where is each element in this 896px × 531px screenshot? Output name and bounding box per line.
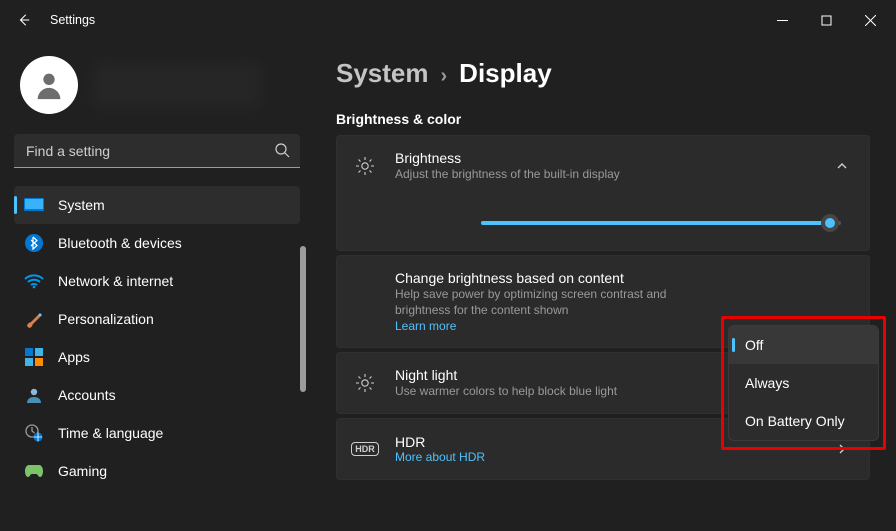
back-button[interactable] [12,8,36,32]
gamepad-icon [24,461,44,481]
nav-item-gaming[interactable]: Gaming [14,452,300,490]
nav-label: Gaming [58,463,107,479]
cabc-learn-more-link[interactable]: Learn more [395,319,669,333]
nav-label: Accounts [58,387,116,403]
nav-list: System Bluetooth & devices Network & int… [14,186,310,490]
brightness-card: Brightness Adjust the brightness of the … [336,135,870,251]
cabc-subtitle: Help save power by optimizing screen con… [395,286,669,318]
close-button[interactable] [848,4,892,36]
search-icon [274,142,290,163]
clock-globe-icon [24,423,44,443]
avatar [20,56,78,114]
nav-item-accounts[interactable]: Accounts [14,376,300,414]
option-label: Off [745,337,763,353]
breadcrumb-current: Display [459,58,552,89]
person-icon [24,385,44,405]
minimize-button[interactable] [760,4,804,36]
profile-section[interactable] [14,50,310,120]
nav-item-network[interactable]: Network & internet [14,262,300,300]
nav-label: Apps [58,349,90,365]
brightness-subtitle: Adjust the brightness of the built-in di… [395,166,813,182]
breadcrumb-parent[interactable]: System [336,58,429,89]
content: System › Display Brightness & color Brig… [310,40,896,531]
bluetooth-icon [24,233,44,253]
option-label: Always [745,375,789,391]
night-light-icon [355,373,375,393]
search-field[interactable] [26,143,266,159]
paintbrush-icon [24,309,44,329]
chevron-right-icon: › [441,65,448,88]
sun-icon [355,156,375,176]
nav-label: Personalization [58,311,154,327]
nav-label: Network & internet [58,273,173,289]
cabc-title: Change brightness based on content [395,270,669,286]
maximize-button[interactable] [804,4,848,36]
cabc-option-off[interactable]: Off [729,326,878,364]
search-input[interactable] [14,134,300,168]
nav-item-time-language[interactable]: Time & language [14,414,300,452]
nav-item-apps[interactable]: Apps [14,338,300,376]
brightness-title: Brightness [395,150,813,166]
profile-info-redacted [92,62,262,108]
nav-item-personalization[interactable]: Personalization [14,300,300,338]
nav-item-bluetooth[interactable]: Bluetooth & devices [14,224,300,262]
titlebar: Settings [0,0,896,40]
wifi-icon [24,271,44,291]
highlighted-dropdown-region: Off Always On Battery Only [721,316,886,450]
nav-label: Time & language [58,425,163,441]
apps-icon [24,347,44,367]
hdr-icon: HDR [355,442,375,456]
section-title: Brightness & color [336,111,870,127]
display-icon [24,195,44,215]
breadcrumb: System › Display [336,58,870,89]
cabc-option-always[interactable]: Always [729,364,878,402]
option-label: On Battery Only [745,413,845,429]
nav-label: System [58,197,105,213]
collapse-button[interactable] [833,160,851,172]
hdr-link[interactable]: More about HDR [395,450,813,464]
window-controls [760,4,892,36]
brightness-slider[interactable] [481,216,841,230]
sidebar: System Bluetooth & devices Network & int… [0,40,310,531]
brightness-slider-thumb[interactable] [821,214,839,232]
sidebar-scrollbar[interactable] [300,246,306,392]
cabc-dropdown[interactable]: Off Always On Battery Only [728,325,879,441]
nav-item-system[interactable]: System [14,186,300,224]
cabc-option-battery[interactable]: On Battery Only [729,402,878,440]
nav-label: Bluetooth & devices [58,235,182,251]
window-title: Settings [50,13,95,27]
